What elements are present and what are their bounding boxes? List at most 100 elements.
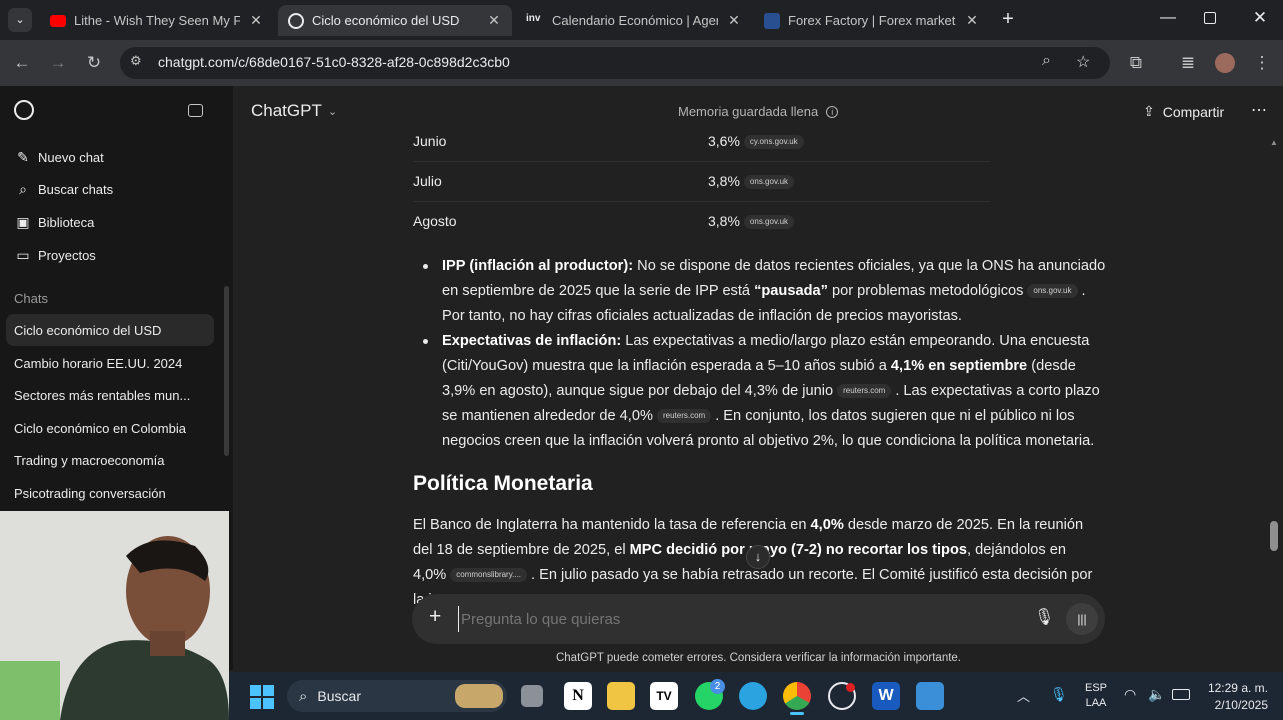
close-icon[interactable]: ✕ xyxy=(726,12,742,29)
chevron-up-icon[interactable]: ︿ xyxy=(1017,686,1030,705)
word-icon[interactable]: W xyxy=(872,682,900,710)
tab-label: Lithe - Wish They Seen My Face xyxy=(74,13,240,28)
close-icon[interactable]: ✕ xyxy=(248,12,264,29)
new-tab-button[interactable]: + xyxy=(996,8,1020,32)
share-label: Compartir xyxy=(1162,103,1225,120)
start-button[interactable] xyxy=(250,685,274,709)
table-divider xyxy=(413,161,990,162)
forexfactory-icon xyxy=(764,12,780,29)
tradingview-icon[interactable]: TV xyxy=(650,682,678,710)
table-cell-value: 3,8% ons.gov.uk xyxy=(708,173,798,189)
search-highlight-icon xyxy=(455,684,503,708)
clock[interactable]: 12:29 a. m. 2/10/2025 xyxy=(1198,680,1268,714)
wifi-icon[interactable]: ◠ xyxy=(1124,686,1136,703)
table-divider xyxy=(413,201,990,202)
file-explorer-icon[interactable] xyxy=(607,682,635,710)
reload-icon[interactable]: ↻ xyxy=(82,51,106,75)
chrome-menu-icon[interactable]: ⋮ xyxy=(1250,51,1274,75)
source-chip[interactable]: reuters.com xyxy=(656,409,712,423)
language-code: ESP xyxy=(1084,682,1107,694)
chat-item[interactable]: Ciclo económico del USD xyxy=(14,323,161,338)
forward-icon[interactable]: → xyxy=(46,51,70,75)
source-chip[interactable]: commonslibrary.... xyxy=(450,568,528,582)
library-icon: ▣ xyxy=(16,214,30,230)
table-cell-value: 3,6% cy.ons.gov.uk xyxy=(708,133,808,149)
volume-icon[interactable]: 🔈 xyxy=(1148,686,1165,703)
table-cell-value: 3,8% ons.gov.uk xyxy=(708,213,798,229)
site-settings-icon[interactable]: ⚙ xyxy=(130,53,142,69)
source-chip[interactable]: ons.gov.uk xyxy=(743,175,795,189)
chat-item[interactable]: Trading y macroeconomía xyxy=(14,453,165,468)
model-selector[interactable]: ChatGPT ⌄ xyxy=(251,101,337,121)
extensions-icon[interactable]: ⧉ xyxy=(1124,51,1148,75)
source-chip[interactable]: ons.gov.uk xyxy=(743,215,795,229)
photos-icon[interactable] xyxy=(916,682,944,710)
sidebar-item-search[interactable]: ⌕ Buscar chats xyxy=(14,181,113,198)
tab-search-button[interactable]: ⌄ xyxy=(8,8,32,32)
more-options-icon[interactable]: ⋯ xyxy=(1251,100,1267,120)
active-app-indicator xyxy=(790,712,804,715)
chrome-icon[interactable] xyxy=(783,682,811,710)
source-chip[interactable]: ons.gov.uk xyxy=(1027,284,1078,298)
chat-item[interactable]: Psicotrading conversación xyxy=(14,486,166,501)
share-button[interactable]: ⇪ Compartir xyxy=(1143,103,1224,120)
source-chip[interactable]: cy.ons.gov.uk xyxy=(743,135,804,149)
profile-avatar[interactable] xyxy=(1215,53,1235,73)
microphone-tray-icon[interactable]: 🎙 xyxy=(1050,686,1068,703)
tab-investing[interactable]: inv Calendario Económico | Agenda ✕ xyxy=(518,5,750,36)
sidebar-item-label: Biblioteca xyxy=(38,215,95,230)
source-chip[interactable]: reuters.com xyxy=(837,384,892,398)
sidebar-item-projects[interactable]: ▭ Proyectos xyxy=(14,247,95,264)
composer: + 🎙 ||| xyxy=(412,594,1105,644)
chat-item[interactable]: Cambio horario EE.UU. 2024 xyxy=(14,356,182,371)
tab-forexfactory[interactable]: Forex Factory | Forex markets fo ✕ xyxy=(756,5,988,36)
value-text: 3,8% xyxy=(708,173,740,189)
tab-youtube[interactable]: Lithe - Wish They Seen My Face ✕ xyxy=(42,5,272,36)
webcam-person-image xyxy=(0,511,229,720)
close-icon[interactable]: ✕ xyxy=(486,12,502,29)
youtube-icon xyxy=(50,14,66,27)
notification-dot xyxy=(846,683,855,692)
language-indicator[interactable]: ESP LAA xyxy=(1082,681,1110,711)
search-icon: ⌕ xyxy=(19,181,27,197)
telegram-icon[interactable] xyxy=(739,682,767,710)
paragraph-text: El Banco de Inglaterra ha mantenido la t… xyxy=(413,517,811,533)
bookmark-star-icon[interactable]: ☆ xyxy=(1076,52,1090,72)
search-label: Buscar xyxy=(317,688,361,704)
voice-mode-button[interactable]: ||| xyxy=(1066,603,1098,635)
close-icon[interactable]: ✕ xyxy=(964,12,980,29)
content-scroll-up-icon[interactable]: ▲ xyxy=(1270,138,1278,147)
chat-item[interactable]: Ciclo económico en Colombia xyxy=(14,421,186,436)
plus-icon[interactable]: + xyxy=(429,605,441,629)
value-text: 3,6% xyxy=(708,133,740,149)
sidebar-toggle-icon[interactable] xyxy=(188,104,203,117)
task-view-icon[interactable] xyxy=(521,685,543,707)
zoom-icon[interactable]: ⌕ xyxy=(1042,52,1051,70)
sidebar-scrollbar[interactable] xyxy=(224,286,229,456)
prompt-input[interactable] xyxy=(458,606,1018,632)
media-controls-icon[interactable]: ≣ xyxy=(1176,51,1200,75)
sidebar-item-library[interactable]: ▣ Biblioteca xyxy=(14,214,94,231)
chevron-down-icon: ⌄ xyxy=(327,105,338,118)
bullet-expectations: Expectativas de inflación: Las expectati… xyxy=(442,329,1108,454)
chat-item[interactable]: Sectores más rentables mun... xyxy=(14,388,190,403)
tab-label: Forex Factory | Forex markets fo xyxy=(788,13,956,28)
content-scrollbar-thumb[interactable] xyxy=(1270,521,1278,551)
close-window-button[interactable]: ✕ xyxy=(1250,8,1270,28)
restore-button[interactable] xyxy=(1204,12,1216,24)
battery-icon[interactable] xyxy=(1172,689,1190,700)
minimize-button[interactable]: — xyxy=(1158,9,1178,27)
microphone-icon[interactable]: 🎙 xyxy=(1034,607,1054,627)
table-cell-month: Julio xyxy=(413,173,442,189)
paragraph-bold: 4,0% xyxy=(810,517,844,533)
taskbar-search[interactable]: ⌕ Buscar xyxy=(287,680,507,712)
back-icon[interactable]: ← xyxy=(10,51,34,75)
openai-logo-icon[interactable] xyxy=(14,100,34,120)
memory-notice[interactable]: Memoria guardada llena i xyxy=(678,104,839,119)
tab-chatgpt[interactable]: Ciclo económico del USD ✕ xyxy=(278,5,512,36)
scroll-to-bottom-button[interactable]: ↓ xyxy=(746,545,770,569)
notion-icon[interactable]: N xyxy=(564,682,592,710)
share-icon: ⇪ xyxy=(1143,103,1155,119)
address-bar[interactable]: ⚙ chatgpt.com/c/68de0167-51c0-8328-af28-… xyxy=(120,47,1110,79)
sidebar-item-new-chat[interactable]: ✎ Nuevo chat xyxy=(14,149,104,166)
